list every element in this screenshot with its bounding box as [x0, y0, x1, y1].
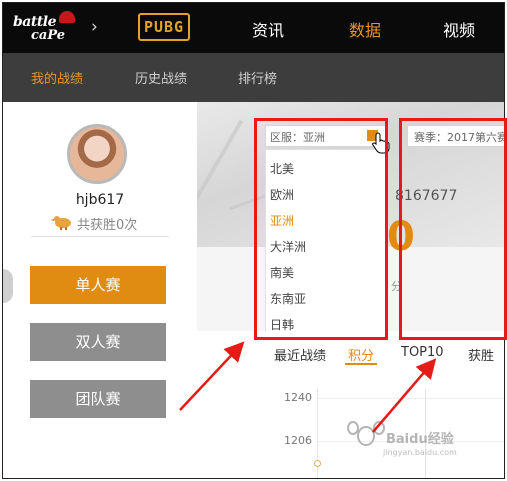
nav-news[interactable]: 资讯 [252, 17, 284, 41]
watermark-url: jingyan.baidu.com [383, 448, 457, 457]
chart-point[interactable] [314, 460, 321, 467]
nav-data[interactable]: 数据 [349, 17, 381, 41]
username: hjb617 [75, 192, 125, 208]
annotation-box-season [399, 118, 507, 340]
solo-mode-button[interactable]: 单人赛 [30, 266, 166, 304]
tab-history[interactable]: 历史战绩 [135, 68, 187, 87]
y-tick-label: 1240 [284, 391, 312, 404]
sub-navigation: 我的战绩 历史战绩 排行榜 [3, 53, 504, 102]
chicken-icon [51, 216, 71, 230]
top-navigation: battle caPe › PUBG 资讯 数据 视频 [3, 3, 504, 53]
duo-mode-button[interactable]: 双人赛 [30, 323, 166, 361]
battlecape-logo[interactable]: battle caPe [13, 11, 87, 45]
tab-my-record[interactable]: 我的战绩 [31, 68, 83, 87]
tab-top10[interactable]: TOP10 [401, 345, 444, 360]
nav-video[interactable]: 视频 [443, 17, 475, 41]
tab-points[interactable]: 积分 [348, 345, 374, 364]
grid-line [317, 398, 504, 399]
helmet-icon [59, 11, 75, 23]
side-collapse-handle[interactable] [3, 269, 13, 303]
tab-recent-record[interactable]: 最近战绩 [274, 345, 326, 364]
y-tick-label: 1206 [284, 434, 312, 447]
avatar[interactable] [67, 124, 127, 184]
wins-text: 共获胜0次 [77, 218, 138, 233]
squad-mode-button[interactable]: 团队赛 [30, 380, 166, 418]
profile-panel: hjb617 共获胜0次 单人赛 双人赛 团队赛 [3, 102, 197, 478]
logo-text-line2: caPe [31, 28, 66, 43]
pubg-logo[interactable]: PUBG [138, 13, 190, 41]
tab-leaderboard[interactable]: 排行榜 [238, 68, 277, 87]
annotation-box-region [254, 118, 388, 340]
watermark-title: Baidu经验 [386, 432, 454, 447]
chevron-right-icon: › [91, 17, 98, 37]
profile-divider [31, 236, 169, 237]
